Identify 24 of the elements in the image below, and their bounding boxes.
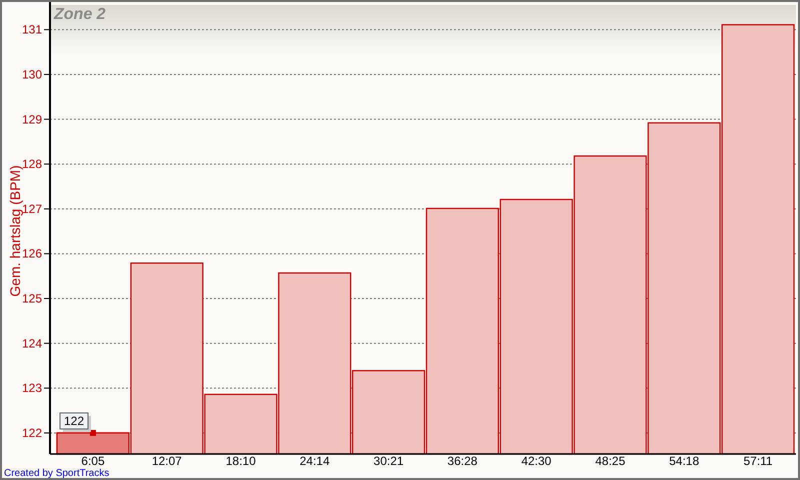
y-tick-label: 126	[22, 246, 42, 261]
x-tick-label: 42:30	[521, 454, 552, 468]
y-tick-label: 122	[22, 426, 42, 440]
x-tick-label: 54:18	[669, 454, 700, 468]
chart-title: Zone 2	[54, 6, 106, 23]
y-tick-label: 130	[22, 67, 42, 82]
y-tick-label: 124	[22, 336, 42, 350]
x-tick-label: 18:10	[226, 454, 256, 468]
x-tick-label: 57:11	[743, 454, 773, 468]
y-tick-label: 123	[22, 381, 42, 396]
x-tick-label: 36:28	[447, 454, 478, 468]
x-tick-label: 48:25	[595, 454, 626, 468]
x-tick-label: 6:05	[81, 454, 105, 468]
y-tick-label: 128	[22, 157, 42, 172]
y-axis-label: Gem. hartslag (BPM)	[7, 165, 23, 297]
y-tick-label: 129	[22, 112, 42, 126]
credit-link[interactable]: Created by SportTracks	[4, 468, 110, 478]
y-tick-label: 127	[22, 202, 42, 216]
x-tick-label: 24:14	[300, 454, 330, 468]
y-tick-label: 125	[22, 292, 42, 306]
x-tick-label: 12:07	[152, 454, 182, 468]
x-tick-label: 30:21	[374, 454, 404, 468]
y-tick-label: 131	[22, 22, 42, 37]
value-tooltip: 122	[60, 412, 91, 432]
